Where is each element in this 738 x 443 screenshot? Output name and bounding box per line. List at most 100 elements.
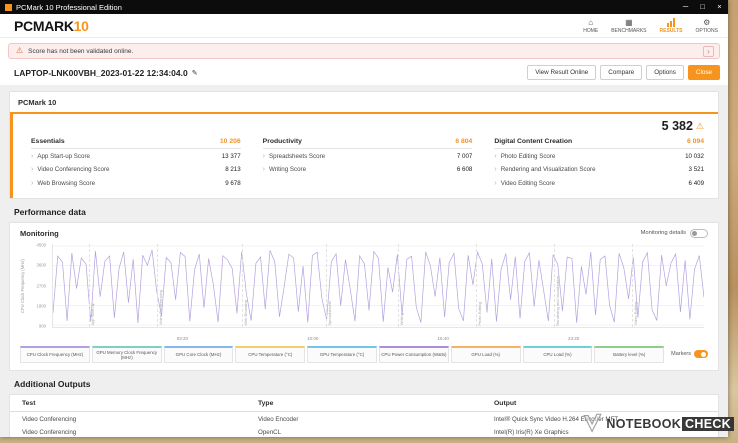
score-item-name: App Start-up Score (37, 152, 90, 160)
app-icon (5, 3, 12, 11)
nav-results[interactable]: RESULTS (660, 17, 682, 34)
score-group-header: Digital Content Creation 6 094 (494, 136, 705, 149)
score-item[interactable]: › Spreadsheets Score 7 007 (263, 149, 473, 163)
chart-y-ticks: 900 1800 2700 3600 4500 (27, 242, 49, 329)
score-item[interactable]: › Video Conferencing Score 8 213 (31, 163, 241, 177)
monitoring-chart: CPU Clock Frequency (MHz) 900 1800 2700 360… (20, 242, 708, 341)
table-cell: Video Conferencing (22, 415, 77, 423)
legend-item[interactable]: GPU Load (%) (450, 345, 521, 364)
score-warning-icon: ⚠ (695, 120, 704, 131)
score-item[interactable]: › Video Editing Score 6 409 (494, 176, 704, 190)
chart-x-ticks: 03:20 10:00 16:40 23:20 (52, 331, 704, 341)
app-header: PCMARK10 ⌂ HOME ▦ BENCHMARKS RESULTS ⚙ O… (0, 14, 728, 38)
score-item[interactable]: › Photo Editing Score 10 032 (494, 149, 704, 163)
chart-plot-area: App Start-up Video Conferencing Web Browsi… (52, 243, 704, 328)
markers-label: Markers (671, 351, 691, 358)
score-group-score: 10 206 (219, 138, 241, 145)
x-tick-label: 03:20 (176, 335, 189, 341)
legend-item[interactable]: Battery level (%) (594, 345, 665, 364)
legend-item-label: CPU Load (%) (543, 352, 572, 358)
legend-item[interactable]: GPU Core Clock (MHz) (163, 345, 234, 364)
validation-warning-banner: ⚠ Score has not been validated online. › (8, 43, 720, 59)
warning-icon: ⚠ (16, 46, 24, 55)
logo-text: PCMARK (14, 17, 74, 34)
compare-button[interactable]: Compare (600, 65, 643, 80)
markers-toggle[interactable] (694, 350, 708, 359)
x-tick-label: 23:20 (567, 335, 580, 341)
notebookcheck-watermark: NOTEBOOK CHECK (582, 413, 734, 434)
nav-benchmarks[interactable]: ▦ BENCHMARKS (611, 18, 646, 34)
column-header-output: Output (482, 395, 718, 413)
results-bar-chart-icon (667, 17, 675, 27)
score-item-value: 3 521 (688, 166, 705, 173)
legend-item-label: Battery level (%) (613, 352, 646, 358)
table-cell: Video Conferencing (22, 429, 77, 437)
chevron-right-icon: › (31, 166, 34, 173)
benchmarks-icon: ▦ (625, 17, 633, 27)
title-bar: PCMark 10 Professional Edition ─ □ × (0, 0, 728, 14)
legend-item-label: GPU Memory Clock Frequency (MHz) (96, 349, 158, 360)
score-card: PCMark 10 5 382 ⚠ Essentials 10 206 › App S… (9, 91, 719, 199)
logo-accent: 10 (73, 17, 89, 34)
banner-expand-button[interactable]: › (703, 45, 714, 57)
chart-y-axis-label: CPU Clock Frequency (MHz) (20, 260, 25, 315)
y-tick-label: 900 (38, 323, 46, 329)
legend-item[interactable]: CPU Temperature (°C) (235, 345, 306, 364)
legend-item-label: GPU Core Clock (MHz) (175, 352, 222, 358)
x-tick-label: 10:00 (307, 335, 319, 341)
legend-item-label: GPU Temperature (°C) (319, 352, 365, 358)
score-group-name: Digital Content Creation (494, 138, 573, 145)
score-item-name: Video Editing Score (500, 179, 555, 187)
home-icon: ⌂ (588, 17, 594, 27)
content-area: PCMark 10 5 382 ⚠ Essentials 10 206 › App S… (0, 85, 728, 437)
y-tick-label: 4500 (36, 242, 46, 248)
score-item-name: Rendering and Visualization Score (500, 166, 596, 173)
score-item-name: Writing Score (269, 166, 307, 173)
edit-pencil-icon[interactable]: ✎ (192, 69, 198, 77)
legend-item-label: CPU Temperature (°C) (248, 352, 293, 358)
score-group-header: Essentials 10 206 (31, 136, 241, 149)
result-title: LAPTOP-LNK00VBH_2023-01-22 12:34:04.0 (14, 67, 188, 78)
close-window-button[interactable]: × (711, 0, 728, 14)
nav-options[interactable]: ⚙ OPTIONS (695, 18, 718, 34)
nav-benchmarks-label: BENCHMARKS (611, 27, 647, 34)
monitoring-details-toggle[interactable] (690, 228, 708, 238)
score-item[interactable]: › App Start-up Score 13 377 (31, 149, 241, 163)
score-group: Productivity 6 804 › Spreadsheets Score 7 00… (262, 136, 473, 190)
score-item[interactable]: › Writing Score 6 608 (263, 163, 473, 177)
nav-home[interactable]: ⌂ HOME (583, 18, 598, 34)
score-item-value: 8 213 (225, 166, 241, 173)
score-item[interactable]: › Web Browsing Score 9 678 (31, 176, 241, 190)
maximize-button[interactable]: □ (694, 0, 711, 14)
pcmark-logo: PCMARK10 (14, 18, 89, 34)
gear-icon: ⚙ (703, 17, 711, 27)
score-item-value: 7 007 (456, 152, 473, 160)
monitoring-header: Monitoring Monitoring details (20, 228, 708, 238)
nav-options-label: OPTIONS (695, 27, 718, 34)
options-button[interactable]: Options (646, 65, 684, 80)
monitoring-title: Monitoring (20, 228, 59, 238)
view-result-online-button[interactable]: View Result Online (527, 65, 597, 80)
legend-item-label: GPU Load (%) (471, 352, 500, 358)
toggle-knob (692, 230, 697, 236)
close-result-button[interactable]: Close (687, 65, 720, 80)
monitoring-details-label: Monitoring details (640, 230, 686, 236)
overall-score-row: 5 382 ⚠ (31, 117, 708, 136)
pcmark-window: PCMark 10 Professional Edition ─ □ × PCM… (0, 0, 728, 437)
main-nav: ⌂ HOME ▦ BENCHMARKS RESULTS ⚙ OPTIONS (583, 17, 718, 34)
result-header-row: LAPTOP-LNK00VBH_2023-01-22 12:34:04.0 ✎ … (0, 62, 728, 80)
legend-item-label: CPU Clock Frequency (MHz) (26, 352, 84, 358)
legend-item[interactable]: GPU Temperature (°C) (307, 345, 377, 364)
legend-item[interactable]: CPU Clock Frequency (MHz) (20, 345, 90, 364)
chart-legend-row: CPU Clock Frequency (MHz) GPU Memory Cloc… (20, 345, 708, 364)
score-item[interactable]: › Rendering and Visualization Score 3 521 (494, 163, 704, 177)
minimize-button[interactable]: ─ (677, 0, 694, 14)
legend-item[interactable]: CPU Power Consumption (Watts) (378, 345, 449, 364)
legend-item[interactable]: CPU Load (%) (522, 345, 593, 364)
monitoring-chart-svg (53, 245, 704, 325)
score-item-name: Photo Editing Score (500, 152, 556, 160)
chevron-right-icon: › (262, 152, 266, 160)
additional-outputs-title: Additional Outputs (14, 379, 91, 390)
legend-item[interactable]: GPU Memory Clock Frequency (MHz) (91, 345, 162, 364)
table-header-row: Test Type Output (10, 395, 718, 413)
